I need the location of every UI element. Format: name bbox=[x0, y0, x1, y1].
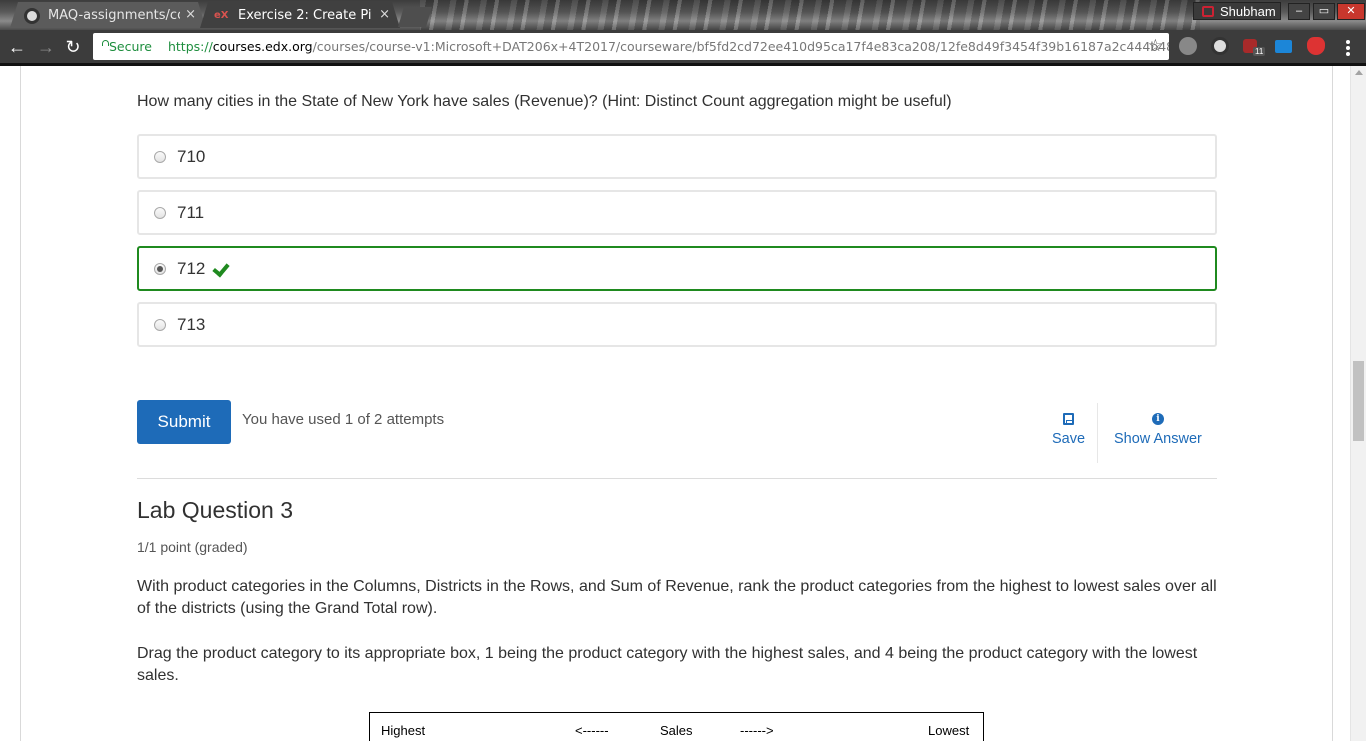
info-icon: i bbox=[1151, 413, 1164, 425]
answer-option-710[interactable]: 710 bbox=[137, 134, 1217, 179]
radio-button[interactable] bbox=[154, 318, 166, 331]
extension-badge: 11 bbox=[1253, 47, 1266, 56]
save-button[interactable]: Save bbox=[1052, 413, 1085, 447]
url-path: /courses/course-v1:Microsoft+DAT206x+4T2… bbox=[312, 39, 1169, 54]
url-scheme: https:// bbox=[167, 39, 213, 54]
address-bar[interactable]: Secure https:// courses.edx.org /courses… bbox=[93, 33, 1169, 60]
scroll-thumb[interactable] bbox=[1353, 361, 1364, 441]
minimize-button[interactable]: – bbox=[1288, 3, 1310, 20]
rank-highest-label: Highest bbox=[381, 723, 426, 738]
window-titlebar: MAQ-assignments/co × eX Exercise 2: Crea… bbox=[0, 0, 1366, 30]
edx-icon: eX bbox=[214, 10, 229, 21]
browser-toolbar: ← → ↻ Secure https:// courses.edx.org /c… bbox=[0, 30, 1366, 63]
bookmark-star-icon[interactable]: ☆ bbox=[1148, 36, 1163, 56]
menu-icon[interactable] bbox=[1346, 40, 1350, 56]
submit-button[interactable]: Submit bbox=[137, 400, 231, 444]
forward-icon[interactable]: → bbox=[35, 36, 57, 58]
secure-label: Secure bbox=[109, 39, 152, 54]
lab-question-paragraph-2: Drag the product category to its appropr… bbox=[137, 645, 1198, 684]
close-tab-icon[interactable]: × bbox=[185, 7, 196, 22]
close-tab-icon[interactable]: × bbox=[379, 7, 390, 22]
section-divider bbox=[137, 478, 1217, 479]
titlebar-background bbox=[420, 0, 1200, 30]
question-text: How many cities in the State of New York… bbox=[137, 93, 952, 110]
rank-lowest-label: Lowest bbox=[928, 723, 970, 738]
answer-option-712[interactable]: 712 bbox=[137, 246, 1217, 291]
page-viewport: How many cities in the State of New York… bbox=[0, 66, 1366, 741]
option-label: 710 bbox=[177, 146, 206, 166]
restore-button[interactable]: ▭ bbox=[1313, 3, 1335, 20]
option-label: 712 bbox=[177, 258, 206, 278]
answer-option-711[interactable]: 711 bbox=[137, 190, 1217, 235]
radio-button-selected[interactable] bbox=[154, 262, 166, 275]
save-icon bbox=[1063, 413, 1075, 425]
extension-f-icon[interactable] bbox=[1179, 37, 1197, 55]
lab-question-paragraph-1: With product categories in the Columns, … bbox=[137, 578, 1217, 617]
show-answer-button[interactable]: i Show Answer bbox=[1114, 413, 1202, 447]
tab-title: Exercise 2: Create Piv bbox=[238, 7, 372, 23]
rank-right-arrow: ------> bbox=[740, 723, 774, 738]
tab-title: MAQ-assignments/co bbox=[48, 7, 180, 23]
rank-sales-label: Sales bbox=[660, 723, 693, 738]
close-window-button[interactable]: ✕ bbox=[1337, 3, 1365, 20]
extension-window-icon[interactable] bbox=[1275, 40, 1292, 53]
save-label: Save bbox=[1052, 431, 1086, 447]
content-border-right bbox=[1332, 66, 1333, 741]
action-divider bbox=[1097, 403, 1098, 463]
tab-exercise-2[interactable]: eX Exercise 2: Create Piv × bbox=[200, 2, 400, 28]
radio-button[interactable] bbox=[154, 150, 166, 163]
lab-question-title: Lab Question 3 bbox=[137, 497, 294, 523]
points-status: 1/1 point (graded) bbox=[137, 539, 248, 555]
extension-speed-icon[interactable] bbox=[1211, 37, 1229, 55]
answer-option-713[interactable]: 713 bbox=[137, 302, 1217, 347]
content-border-left bbox=[20, 66, 21, 741]
scroll-up-arrow-icon[interactable] bbox=[1355, 70, 1363, 75]
attempts-text: You have used 1 of 2 attempts bbox=[242, 411, 445, 428]
show-answer-label: Show Answer bbox=[1114, 431, 1202, 447]
user-icon bbox=[1202, 5, 1214, 17]
profile-button[interactable]: Shubham bbox=[1193, 2, 1281, 20]
tab-maq-assignments[interactable]: MAQ-assignments/co × bbox=[10, 2, 206, 28]
new-tab-button[interactable] bbox=[398, 7, 432, 27]
extension-shield-icon[interactable] bbox=[1307, 37, 1325, 55]
github-icon bbox=[24, 8, 40, 24]
rank-left-arrow: <------ bbox=[575, 723, 609, 738]
url-host: courses.edx.org bbox=[212, 39, 313, 54]
option-label: 713 bbox=[177, 314, 206, 334]
back-icon[interactable]: ← bbox=[6, 36, 28, 58]
radio-button[interactable] bbox=[154, 206, 166, 219]
rank-header-box: Highest <------ Sales ------> Lowest bbox=[369, 712, 984, 741]
correct-check-icon bbox=[211, 262, 228, 276]
page-scrollbar[interactable] bbox=[1350, 66, 1366, 741]
profile-name: Shubham bbox=[1220, 3, 1276, 19]
reload-icon[interactable]: ↻ bbox=[62, 36, 84, 58]
option-label: 711 bbox=[177, 202, 205, 222]
